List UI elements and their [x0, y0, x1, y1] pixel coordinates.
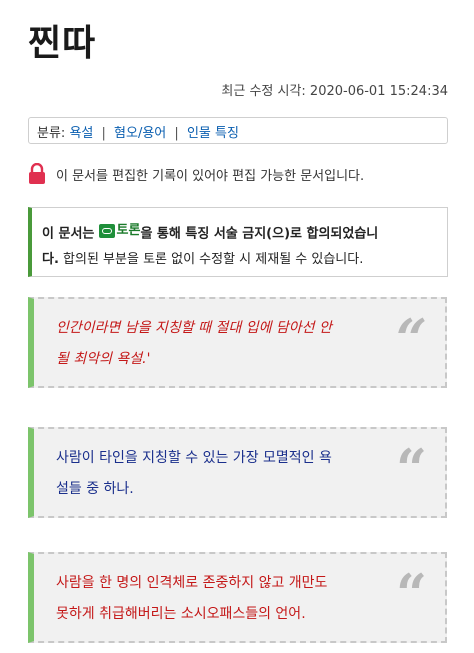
quote-block: 사람을 한 명의 인격체로 존중하지 않고 개만도 못하게 취급해버리는 소시오… [28, 552, 447, 643]
discussion-link[interactable]: 토론 [98, 218, 141, 243]
quote-line: 될 최악의 욕설.' [56, 351, 151, 367]
category-label: 분류: [37, 126, 66, 141]
notice-line2-bold: 다. [42, 251, 59, 267]
lock-icon [28, 163, 46, 185]
notice-line2-rest: 합의된 부분을 토론 없이 수정할 시 제재될 수 있습니다. [58, 251, 364, 267]
quote-block: 사람이 타인을 지칭할 수 있는 가장 모멸적인 욕 설들 중 하나. “ [28, 427, 447, 518]
quote-line: 인간이라면 남을 지칭할 때 절대 입에 담아선 안 [56, 320, 332, 336]
discussion-link-label: 토론 [116, 223, 141, 238]
notice-middle: 을 통해 특징 서술 금지(으)로 합의되었습니 [140, 226, 379, 242]
quote-line: 사람을 한 명의 인격체로 존중하지 않고 개만도 [56, 575, 328, 591]
edit-lock-notice: 이 문서를 편집한 기록이 있어야 편집 가능한 문서입니다. [28, 162, 364, 186]
discussion-icon [98, 223, 115, 238]
quote-line: 사람이 타인을 지칭할 수 있는 가장 모멸적인 욕 [56, 450, 332, 466]
category-link-person-trait[interactable]: 인물 특징 [187, 126, 239, 141]
quote-mark-icon: “ [395, 437, 427, 501]
page-title: 찐따 [28, 23, 97, 64]
quote-mark-icon: “ [395, 562, 427, 626]
category-separator: | [101, 126, 106, 141]
category-link-swearing[interactable]: 욕설 [69, 126, 93, 141]
discussion-agreement-notice: 이 문서는 토론 을 통해 특징 서술 금지(으)로 합의되었습니 다. 합의된… [28, 207, 448, 277]
notice-prefix: 이 문서는 [42, 226, 95, 242]
category-separator: | [174, 126, 179, 141]
edit-lock-text: 이 문서를 편집한 기록이 있어야 편집 가능한 문서입니다. [56, 168, 365, 184]
quote-mark-icon: “ [395, 307, 427, 371]
quote-line: 못하게 취급해버리는 소시오패스들의 언어. [56, 606, 306, 622]
category-link-hate-term[interactable]: 혐오/용어 [114, 126, 166, 141]
category-box: 분류: 욕설 | 혐오/용어 | 인물 특징 [28, 117, 448, 144]
quote-line: 설들 중 하나. [56, 481, 134, 497]
last-modified-timestamp: 최근 수정 시각: 2020-06-01 15:24:34 [221, 84, 448, 99]
quote-block: 인간이라면 남을 지칭할 때 절대 입에 담아선 안 될 최악의 욕설.' “ [28, 297, 447, 388]
